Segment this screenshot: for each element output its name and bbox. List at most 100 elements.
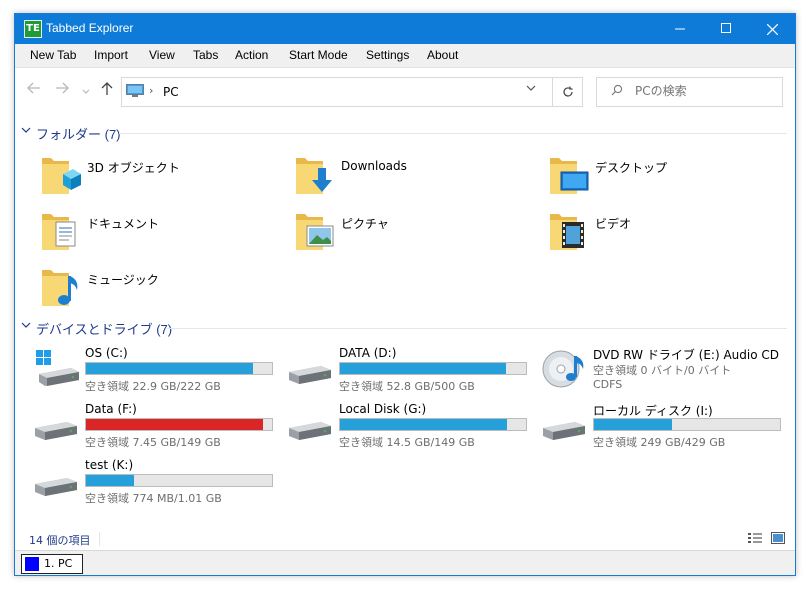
hard-drive-icon xyxy=(35,422,77,440)
search-input[interactable] xyxy=(635,84,775,98)
search-icon xyxy=(611,84,623,99)
large-icons-view-icon[interactable] xyxy=(771,532,785,544)
maximize-icon xyxy=(721,22,731,33)
drive-item[interactable]: OS (C:) 空き領域 22.9 GB/222 GB xyxy=(33,346,278,398)
folder-label: ビデオ xyxy=(595,217,632,231)
desktop-folder-icon xyxy=(550,158,589,194)
drive-free-space: 空き領域 249 GB/429 GB xyxy=(593,436,726,449)
drive-item[interactable]: Local Disk (G:) 空き領域 14.5 GB/149 GB xyxy=(287,402,532,454)
refresh-button[interactable] xyxy=(553,77,583,107)
drive-usage-fill xyxy=(340,419,508,430)
drive-filesystem: CDFS xyxy=(593,378,623,391)
folder-desktop[interactable]: デスクトップ xyxy=(549,152,789,200)
hard-drive-icon xyxy=(289,422,331,440)
folder-label: 3D オブジェクト xyxy=(87,161,180,175)
drive-usage-bar xyxy=(339,418,527,431)
back-arrow-icon xyxy=(27,82,40,94)
folder-label: デスクトップ xyxy=(595,161,668,175)
drive-name: DATA (D:) xyxy=(339,346,397,360)
drive-free-space: 空き領域 52.8 GB/500 GB xyxy=(339,380,475,393)
drive-usage-fill xyxy=(86,475,135,486)
tab-label: 1. PC xyxy=(44,557,73,570)
navigation-bar: › PC xyxy=(15,69,795,115)
status-bar: 14 個の項目 xyxy=(15,528,795,550)
drive-item[interactable]: ローカル ディスク (I:) 空き領域 249 GB/429 GB xyxy=(541,402,786,454)
drive-name: ローカル ディスク (I:) xyxy=(593,404,713,418)
folder-label: ドキュメント xyxy=(87,217,160,231)
drive-item[interactable]: DVD RW ドライブ (E:) Audio CD 空き領域 0 バイト/0 バ… xyxy=(541,346,786,398)
drive-name: Data (F:) xyxy=(85,402,137,416)
menu-action[interactable]: Action xyxy=(235,48,268,62)
computer-icon xyxy=(126,84,144,97)
up-button[interactable] xyxy=(101,82,113,100)
folder-label: ミュージック xyxy=(87,273,159,287)
drives-group-title: デバイスとドライブ (7) xyxy=(36,322,173,337)
group-divider xyxy=(119,133,787,134)
hard-drive-icon xyxy=(543,422,585,440)
drive-item[interactable]: test (K:) 空き領域 774 MB/1.01 GB xyxy=(33,458,278,510)
folder-documents[interactable]: ドキュメント xyxy=(41,208,281,256)
status-divider xyxy=(99,532,100,546)
documents-folder-icon xyxy=(42,214,76,250)
drive-name: OS (C:) xyxy=(85,346,128,360)
downloads-folder-icon xyxy=(296,158,332,194)
breadcrumb-pc[interactable]: PC xyxy=(163,85,179,99)
drive-free-space: 空き領域 774 MB/1.01 GB xyxy=(85,492,222,505)
folder-label: ピクチャ xyxy=(341,217,389,231)
folder-pictures[interactable]: ピクチャ xyxy=(295,208,535,256)
close-icon xyxy=(766,23,778,35)
folder-videos[interactable]: ビデオ xyxy=(549,208,789,256)
content-pane: フォルダー (7) 3D オブジェクト Downloads デスクトップ ドキュ… xyxy=(15,116,795,534)
menu-view[interactable]: View xyxy=(149,48,175,62)
pictures-folder-icon xyxy=(296,214,334,250)
forward-arrow-icon xyxy=(56,82,69,94)
menu-new-tab[interactable]: New Tab xyxy=(30,48,76,62)
tab-pc[interactable]: 1. PC xyxy=(21,554,83,574)
maximize-button[interactable] xyxy=(703,14,749,44)
search-box[interactable] xyxy=(596,77,783,107)
folder-music[interactable]: ミュージック xyxy=(41,264,281,312)
drive-free-space: 空き領域 22.9 GB/222 GB xyxy=(85,380,221,393)
menu-tabs[interactable]: Tabs xyxy=(193,48,218,62)
drive-usage-fill xyxy=(86,363,254,374)
chevron-down-icon xyxy=(82,89,90,94)
folder-3d-objects[interactable]: 3D オブジェクト xyxy=(41,152,281,200)
3d-objects-folder-icon xyxy=(42,158,81,194)
forward-button[interactable] xyxy=(55,82,69,98)
menu-start-mode[interactable]: Start Mode xyxy=(289,48,348,62)
folder-downloads[interactable]: Downloads xyxy=(295,152,535,200)
menu-import[interactable]: Import xyxy=(94,48,128,62)
address-bar[interactable]: › PC xyxy=(121,77,553,107)
breadcrumb-separator[interactable]: › xyxy=(149,84,153,97)
close-button[interactable] xyxy=(749,14,795,44)
tab-bar: 1. PC xyxy=(15,550,795,575)
details-view-icon[interactable] xyxy=(748,532,762,544)
videos-folder-icon xyxy=(550,214,584,250)
recent-locations-button[interactable] xyxy=(82,83,90,99)
drive-free-space: 空き領域 14.5 GB/149 GB xyxy=(339,436,475,449)
drive-free-space: 空き領域 0 バイト/0 バイト xyxy=(593,364,732,377)
menu-about[interactable]: About xyxy=(427,48,458,62)
music-folder-icon xyxy=(42,270,78,306)
drive-usage-fill xyxy=(340,363,506,374)
folder-label: Downloads xyxy=(341,159,407,173)
minimize-icon xyxy=(675,28,685,30)
app-logo-icon: TE xyxy=(24,20,42,38)
collapse-chevron-icon xyxy=(21,321,31,332)
audio-cd-icon xyxy=(542,350,584,388)
title-bar[interactable]: TE Tabbed Explorer xyxy=(15,14,795,44)
back-button[interactable] xyxy=(27,82,41,98)
drive-usage-bar xyxy=(85,362,273,375)
drive-name: Local Disk (G:) xyxy=(339,402,427,416)
item-count: 14 個の項目 xyxy=(29,534,91,547)
hard-drive-icon xyxy=(35,478,77,496)
minimize-button[interactable] xyxy=(657,14,703,44)
drive-item[interactable]: DATA (D:) 空き領域 52.8 GB/500 GB xyxy=(287,346,532,398)
drive-item[interactable]: Data (F:) 空き領域 7.45 GB/149 GB xyxy=(33,402,278,454)
menu-settings[interactable]: Settings xyxy=(366,48,409,62)
hard-drive-icon xyxy=(289,366,331,384)
drive-name: DVD RW ドライブ (E:) Audio CD xyxy=(593,348,779,362)
explorer-window: TE Tabbed Explorer New Tab Import View T… xyxy=(14,13,796,576)
address-dropdown-button[interactable] xyxy=(526,84,536,95)
windows-drive-icon xyxy=(36,350,79,386)
